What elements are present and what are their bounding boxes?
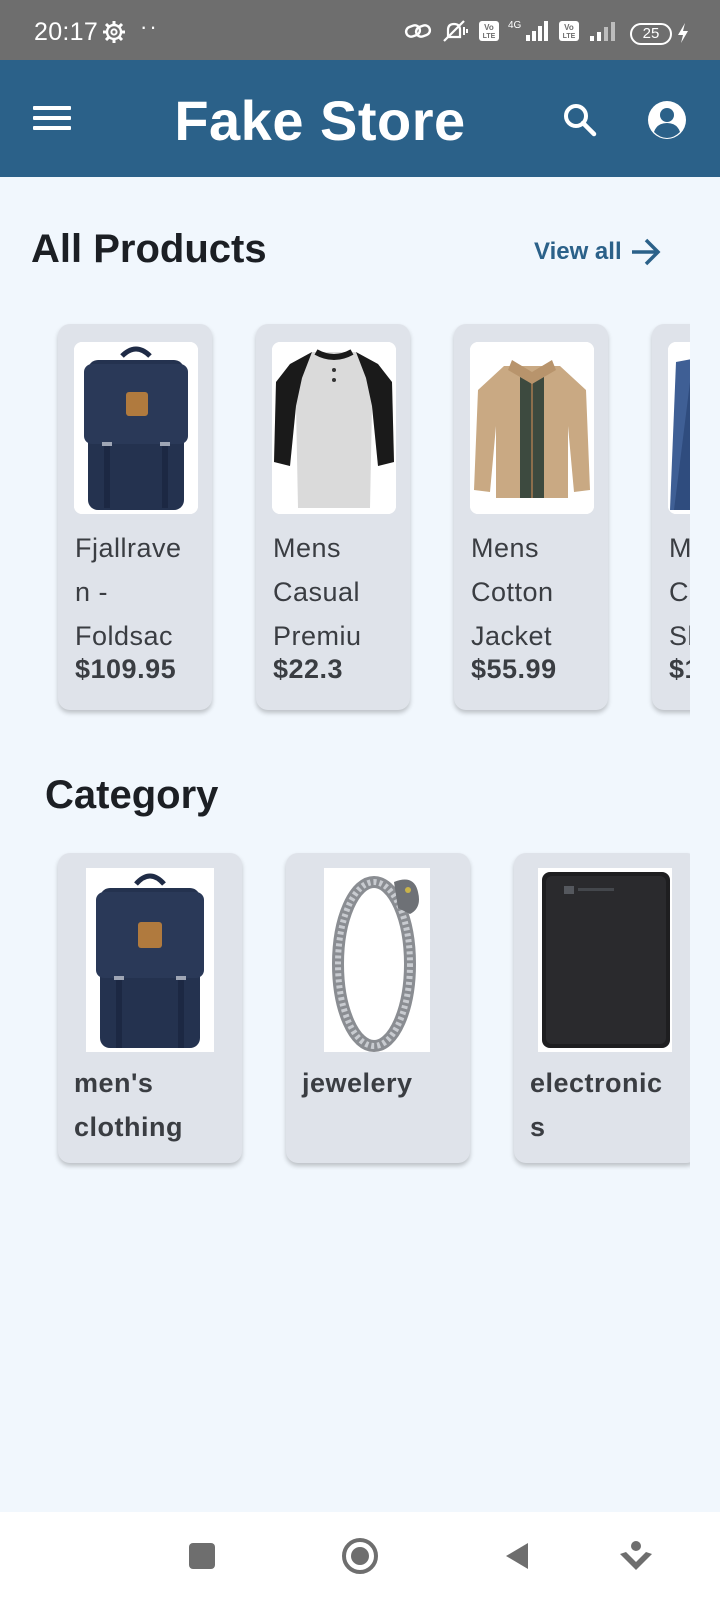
- product-image-backpack: [74, 342, 198, 514]
- system-nav-bar: [0, 1512, 720, 1600]
- category-title: Category: [45, 773, 219, 817]
- account-circle-icon[interactable]: [644, 97, 690, 143]
- product-name-line: Foldsac: [75, 621, 174, 651]
- product-price: $109.95: [75, 654, 177, 684]
- product-card[interactable]: Fjallrave n - Foldsac $109.95: [58, 324, 212, 710]
- product-name-line: Sl: [669, 621, 690, 651]
- volte-icon-1: Vo LTE: [479, 21, 499, 41]
- category-name-line: men's: [74, 1068, 154, 1098]
- product-name-line: Jacket: [471, 621, 553, 651]
- arrow-right-icon: [631, 238, 661, 266]
- svg-text:LTE: LTE: [483, 33, 496, 40]
- all-products-title: All Products: [31, 227, 267, 271]
- search-icon[interactable]: [558, 98, 602, 142]
- mute-vibrate-icon: [443, 20, 468, 42]
- category-name-line: s: [530, 1112, 546, 1142]
- product-name: Mens Cotton Jacket: [471, 526, 601, 658]
- status-icons: Vo LTE 4G Vo LTE: [404, 18, 620, 44]
- product-name: M C Sl: [669, 526, 690, 658]
- status-bar: 20:17 ·· Vo LTE 4G Vo LTE 25: [0, 0, 720, 60]
- app-title: Fake Store: [174, 89, 466, 152]
- triangle-back-icon[interactable]: [496, 1534, 540, 1578]
- settings-gear-icon: [103, 21, 125, 43]
- svg-text:Vo: Vo: [564, 23, 574, 32]
- product-image-shirt: [668, 342, 690, 514]
- products-carousel[interactable]: Fjallrave n - Foldsac $109.95 Mens Casua…: [0, 318, 690, 718]
- status-time: 20:17: [34, 18, 99, 46]
- signal-icon: [590, 22, 615, 41]
- product-price: $22.3: [273, 654, 344, 684]
- product-image-jacket: [470, 342, 594, 514]
- product-name-line: n -: [75, 577, 109, 607]
- product-image-tshirt: [272, 342, 396, 514]
- category-name-line: jewelery: [302, 1068, 413, 1098]
- app-bar: Fake Store: [0, 60, 720, 177]
- category-card[interactable]: electronic s: [514, 853, 690, 1163]
- product-name-line: Casual: [273, 577, 361, 607]
- product-name-line: C: [669, 577, 689, 607]
- battery-indicator: 25: [630, 23, 672, 45]
- product-name-line: Cotton: [471, 577, 554, 607]
- category-image-hard-drive: [538, 868, 672, 1052]
- svg-text:LTE: LTE: [563, 33, 576, 40]
- volte-icon-2: Vo LTE: [559, 21, 579, 41]
- link-icon: [404, 24, 432, 38]
- svg-text:Vo: Vo: [484, 23, 494, 32]
- product-card[interactable]: M C Sl $1: [652, 324, 690, 710]
- category-name: jewelery: [302, 1061, 462, 1105]
- category-card[interactable]: jewelery: [286, 853, 470, 1163]
- product-name-line: Fjallrave: [75, 533, 182, 563]
- product-card[interactable]: Mens Cotton Jacket $55.99: [454, 324, 608, 710]
- circle-home-icon[interactable]: [338, 1534, 382, 1578]
- product-card[interactable]: Mens Casual Premiu $22.3: [256, 324, 410, 710]
- product-name-line: Mens: [273, 533, 342, 563]
- signal-4g-icon: 4G: [508, 20, 548, 41]
- product-name: Fjallrave n - Foldsac: [75, 526, 205, 658]
- product-name-line: M: [669, 533, 690, 563]
- view-all-link[interactable]: View all: [534, 234, 662, 270]
- category-name-line: clothing: [74, 1112, 183, 1142]
- product-name-line: Mens: [471, 533, 540, 563]
- product-name: Mens Casual Premiu: [273, 526, 403, 658]
- category-image-backpack: [86, 868, 214, 1052]
- category-name: electronic s: [530, 1061, 690, 1149]
- square-icon[interactable]: [180, 1534, 224, 1578]
- product-price: $55.99: [471, 654, 557, 684]
- notification-dots: ··: [140, 14, 159, 39]
- category-card[interactable]: men's clothing: [58, 853, 242, 1163]
- product-price: $1: [669, 654, 690, 684]
- category-name: men's clothing: [74, 1061, 234, 1149]
- product-name-line: Premiu: [273, 621, 362, 651]
- category-image-bracelet: [324, 868, 430, 1052]
- charging-bolt-icon: [678, 23, 688, 43]
- category-carousel[interactable]: men's clothing jewelery electronic s: [0, 850, 690, 1170]
- svg-text:4G: 4G: [508, 20, 522, 31]
- category-name-line: electronic: [530, 1068, 663, 1098]
- view-all-label: View all: [534, 238, 622, 265]
- assist-icon[interactable]: [614, 1534, 658, 1578]
